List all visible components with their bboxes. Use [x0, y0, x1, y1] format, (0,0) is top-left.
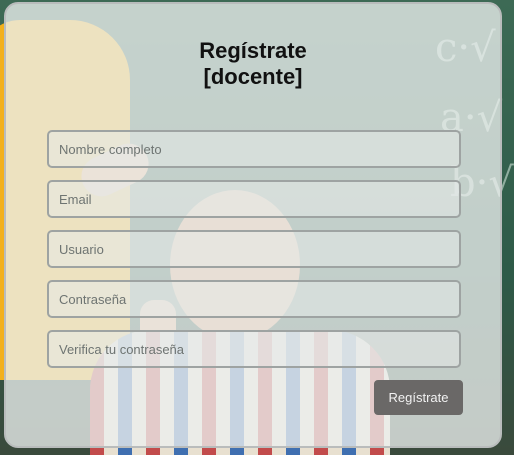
registration-card: Regístrate [docente] Regístrate — [4, 2, 502, 448]
password-input[interactable] — [47, 280, 461, 318]
form-title: Regístrate [docente] — [6, 38, 500, 90]
confirm-password-input[interactable] — [47, 330, 461, 368]
full-name-input[interactable] — [47, 130, 461, 168]
username-input[interactable] — [47, 230, 461, 268]
email-input[interactable] — [47, 180, 461, 218]
register-button[interactable]: Regístrate — [374, 380, 463, 415]
form-title-line2: [docente] — [203, 64, 303, 89]
form-title-line1: Regístrate — [199, 38, 307, 63]
